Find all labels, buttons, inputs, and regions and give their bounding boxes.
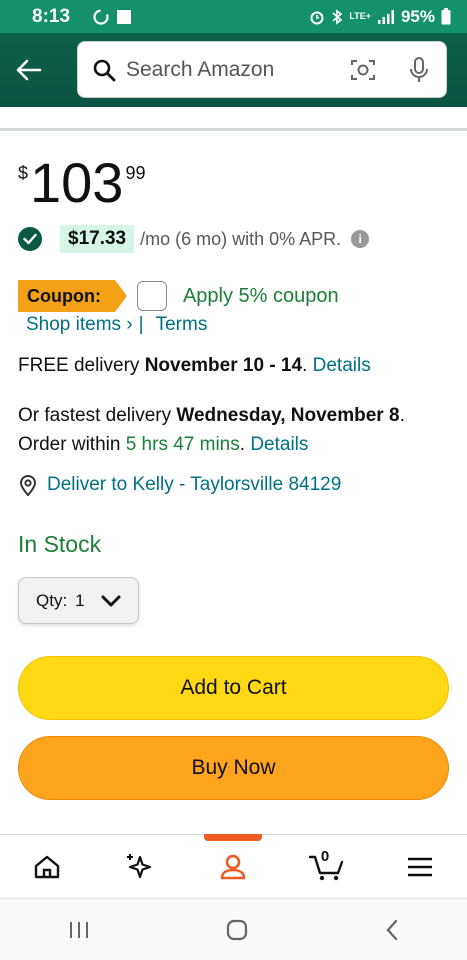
nav-account[interactable] [203,842,263,892]
signal-icon [377,9,394,24]
network-type: LTE+ [349,11,371,21]
header-spacer [0,107,467,129]
microphone-icon[interactable] [410,56,428,83]
fastest-suffix: . [239,434,251,455]
ai-sparkle-icon [127,854,152,879]
nav-ai-assistant[interactable] [110,842,170,892]
nav-cart[interactable]: 0 [297,842,357,892]
battery-icon [441,8,451,25]
camera-search-icon[interactable] [350,58,376,82]
battery-percent: 95% [400,6,435,26]
financing-row: $17.33 /mo (6 mo) with 0% APR. i [18,225,453,253]
status-notification-icons [92,8,132,26]
financing-terms: /mo (6 mo) with 0% APR. [140,228,342,249]
sync-icon [93,8,109,25]
order-countdown: 5 hrs 47 mins [125,434,240,455]
cart-count-badge: 0 [320,848,330,865]
monthly-amount: $17.33 [60,225,135,253]
deliver-to-text: Deliver to Kelly - Taylorsville 84129 [47,474,342,495]
bottom-nav: 0 [0,836,467,898]
stock-status: In Stock [18,531,102,557]
app-header: Search Amazon [0,33,467,107]
menu-icon [408,857,433,877]
search-icon [93,59,116,81]
coupon-checkbox[interactable] [136,281,167,311]
buy-now-button[interactable]: Buy Now [18,736,449,800]
link-separator: | [138,314,144,335]
product-price: $ 103 99 [18,155,145,211]
back-button[interactable] [12,53,46,87]
delivery-prefix: FREE delivery [18,355,145,376]
coupon-badge: Coupon: [18,280,127,312]
fastest-delivery: Or fastest delivery Wednesday, November … [18,401,448,459]
shop-items-link[interactable]: Shop items › [26,314,133,336]
qty-label: Qty: [36,590,68,610]
deliver-to-location[interactable]: Deliver to Kelly - Taylorsville 84129 [18,474,341,496]
system-back-icon[interactable] [385,919,399,941]
delivery-suffix: . [302,355,313,376]
status-time: 8:13 [32,5,71,27]
apply-coupon-label[interactable]: Apply 5% coupon [183,285,339,308]
nav-menu[interactable] [390,842,450,892]
add-to-cart-button[interactable]: Add to Cart [18,656,449,720]
bluetooth-icon [332,8,343,25]
location-pin-icon [19,475,37,496]
delivery-dates: November 10 - 14 [144,355,303,376]
terms-link[interactable]: Terms [156,314,208,336]
fastest-date: Wednesday, November 8 [176,405,400,426]
nav-home[interactable] [17,842,77,892]
coupon-links: Shop items › | Terms [26,314,207,336]
status-right-icons: LTE+ 95% [309,7,451,27]
coupon-row: Coupon: Apply 5% coupon [18,280,339,312]
fastest-prefix: Or fastest delivery [18,405,177,426]
account-icon [221,854,246,880]
home-button-icon[interactable] [226,919,248,941]
fastest-details-link[interactable]: Details [250,434,308,455]
notification-square-icon [117,9,132,24]
search-input[interactable]: Search Amazon [77,41,447,98]
alarm-icon [310,11,324,24]
qty-value: 1 [75,590,85,610]
check-circle-icon [18,227,42,251]
recent-apps-icon[interactable] [68,920,90,940]
section-divider [0,128,467,131]
home-icon [34,855,59,879]
chevron-down-icon [101,594,121,608]
price-fraction: 99 [125,163,146,183]
status-bar: 8:13 LTE+ 95% [0,0,467,33]
free-delivery: FREE delivery November 10 - 14. Details [18,355,453,377]
quantity-select[interactable]: Qty: 1 [18,577,139,624]
android-nav-bar [0,898,467,960]
delivery-details-link[interactable]: Details [313,355,371,376]
back-arrow-icon [16,59,42,81]
info-icon[interactable]: i [351,230,370,248]
price-whole: 103 [30,151,124,214]
price-symbol: $ [18,163,29,183]
search-placeholder: Search Amazon [126,57,275,81]
